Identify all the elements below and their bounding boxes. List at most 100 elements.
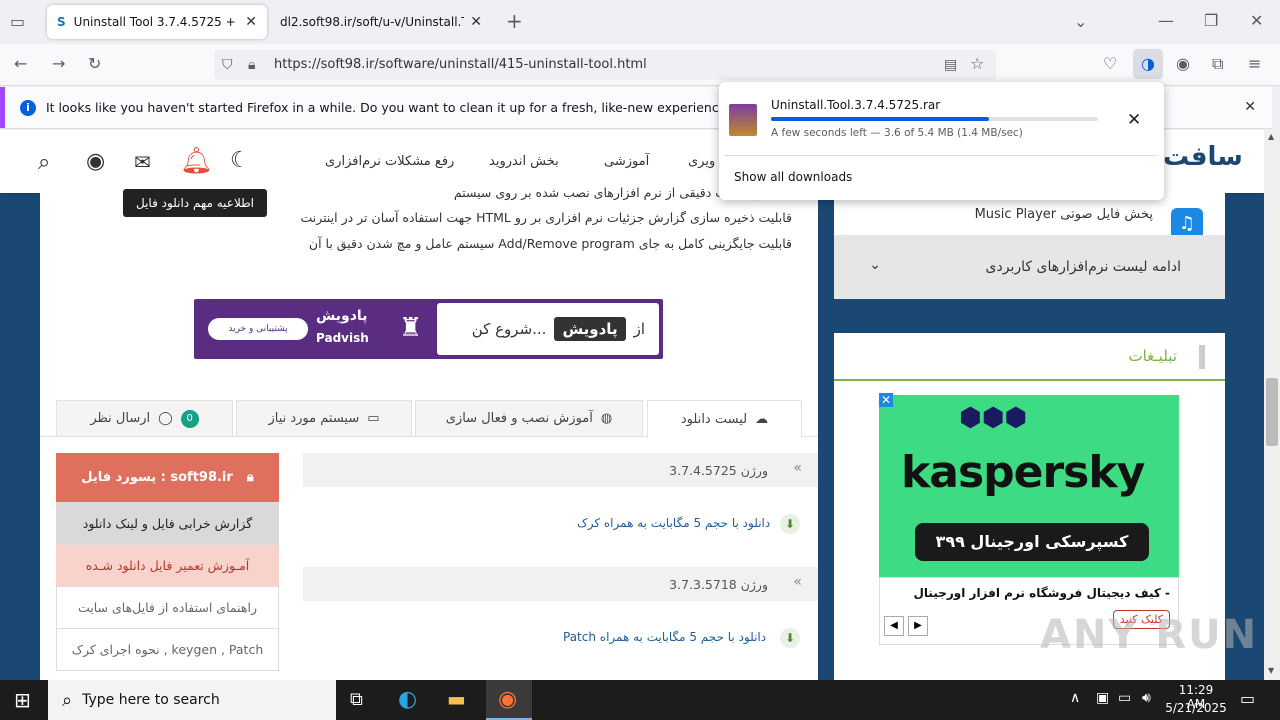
tab-download-list[interactable]: لیست دانلود ☁ xyxy=(647,400,802,438)
feature-bullet: قابلیت جایگزینی کامل به جای Add/Remove p… xyxy=(308,236,792,251)
tab-label: ارسال نظر xyxy=(90,411,151,426)
edge-icon[interactable]: ◐ xyxy=(398,687,417,712)
more-software-button[interactable]: ادامه لیست نرم‌افزارهای کاربردی ⌄ xyxy=(834,235,1225,299)
tab-install-guide[interactable]: آموزش نصب و فعال سازی ◍ xyxy=(415,400,643,436)
scroll-down-icon[interactable]: ▼ xyxy=(1268,666,1274,675)
padvish-logo-fa: پادویش xyxy=(316,308,368,324)
tab-uninstall-tool[interactable]: S Uninstall Tool 3.7.4.5725 + Porta ✕ xyxy=(47,5,267,39)
tab-label: آموزش نصب و فعال سازی xyxy=(445,411,593,426)
usage-guide-link[interactable]: راهنمای استفاده از فایل‌های سایت xyxy=(56,587,279,629)
cancel-download-icon[interactable]: ✕ xyxy=(1127,110,1141,130)
tray-chevron-icon[interactable]: ∧ xyxy=(1070,690,1080,706)
k-hexagons-icon: ⬢⬢⬢ xyxy=(959,403,1028,433)
info-icon: i xyxy=(20,99,36,116)
pocket-icon[interactable]: ♡ xyxy=(1103,54,1117,74)
back-icon[interactable]: ← xyxy=(14,54,27,74)
report-link[interactable]: گزارش خرابی فایل و لینک دانلود xyxy=(56,503,279,545)
search-icon: ⌕ xyxy=(62,689,73,711)
download-link[interactable]: دانلود با حجم 5 مگابایت به همراه Patch xyxy=(563,630,766,644)
bookmark-star-icon[interactable]: ☆ xyxy=(970,54,984,74)
search-icon[interactable]: ⌕ xyxy=(38,150,50,175)
menu-item[interactable]: رفع مشکلات نرم‌افزاری xyxy=(325,154,454,169)
banner-buy-button[interactable]: پشتیبانی و خرید xyxy=(208,318,308,340)
download-progress-fill xyxy=(771,117,990,121)
globe-icon: ◍ xyxy=(600,411,613,426)
download-icon[interactable]: ⬇ xyxy=(780,628,800,648)
site-logo[interactable]: سافت xyxy=(1163,142,1243,172)
scroll-thumb[interactable] xyxy=(1266,378,1278,446)
tab-send-comment[interactable]: ارسال نظر ◯ 0 xyxy=(56,400,233,436)
window-close-icon[interactable]: ✕ xyxy=(1250,11,1263,31)
moon-icon[interactable]: ☾ xyxy=(230,148,250,173)
windows-start-icon[interactable]: ⊞ xyxy=(14,688,31,712)
panel-divider xyxy=(725,155,1158,156)
shield-icon[interactable]: ⛉ xyxy=(222,55,233,75)
repair-guide-link[interactable]: آمـوزش تعمیر فایل دانلود شـده xyxy=(56,545,279,587)
extensions-icon[interactable]: ⧉ xyxy=(1212,54,1223,74)
menu-icon[interactable]: ≡ xyxy=(1248,54,1261,74)
download-filename[interactable]: Uninstall.Tool.3.7.4.5725.rar xyxy=(771,98,940,112)
tab-list-icon[interactable]: ▭ xyxy=(10,12,25,32)
tab-bar: ▭ S Uninstall Tool 3.7.4.5725 + Porta ✕ … xyxy=(0,0,1280,44)
forward-icon[interactable]: → xyxy=(52,54,65,74)
page-scrollbar[interactable]: ▲ ▼ xyxy=(1264,130,1280,680)
url-text[interactable]: https://soft98.ir/software/uninstall/415… xyxy=(274,57,647,72)
file-explorer-icon[interactable]: ▬ xyxy=(447,687,466,711)
music-player-title[interactable]: Music Player پخش فایل صوتی xyxy=(975,207,1153,222)
downloads-panel: Uninstall.Tool.3.7.4.5725.rar A few seco… xyxy=(719,82,1164,200)
network-icon[interactable]: ▭ xyxy=(1118,690,1131,706)
tab-title: Uninstall Tool 3.7.4.5725 + Porta xyxy=(73,15,240,29)
site-favicon-icon: S xyxy=(57,15,66,29)
scroll-up-icon[interactable]: ▲ xyxy=(1268,132,1274,141)
url-bar[interactable]: ⛉ 🔒︎ https://soft98.ir/software/uninstal… xyxy=(214,50,996,80)
close-tab-icon[interactable]: ✕ xyxy=(470,14,482,30)
user-icon[interactable]: ◉ xyxy=(86,149,105,174)
taskbar-search[interactable]: ⌕ Type here to search xyxy=(48,680,336,720)
ad-choice-icon[interactable]: ✕ xyxy=(879,393,894,407)
title-bars-icon xyxy=(1199,345,1205,369)
padvish-logo-en: Padvish xyxy=(316,331,369,345)
reader-view-icon[interactable]: ▤ xyxy=(944,55,957,75)
tooltip: اطلاعیه مهم دانلود فایل xyxy=(123,189,267,217)
menu-item[interactable]: بخش اندروید xyxy=(489,154,559,169)
padvish-banner[interactable]: شروع کن... پادویش از ♜ پادویش Padvish پش… xyxy=(194,299,663,359)
comment-count-badge: 0 xyxy=(180,409,199,428)
menu-item[interactable]: آموزشی xyxy=(604,154,649,169)
notifications-icon[interactable]: ▭ xyxy=(1240,689,1255,708)
mail-icon[interactable]: ✉ xyxy=(134,150,151,174)
rar-archive-icon xyxy=(729,104,757,136)
tab-download-link[interactable]: dl2.soft98.ir/soft/u-v/Uninstall.Tool. ✕ xyxy=(270,5,492,39)
comment-icon: ◯ xyxy=(158,411,173,426)
download-status: A few seconds left — 3.6 of 5.4 MB (1.4 … xyxy=(771,127,1023,139)
close-notification-icon[interactable]: ✕ xyxy=(1244,99,1256,115)
tray-device-icon[interactable]: ▣ xyxy=(1096,690,1109,706)
lock-icon[interactable]: 🔒︎ xyxy=(248,55,255,75)
ad-prev-icon[interactable]: ◀ xyxy=(884,616,904,636)
reload-icon[interactable]: ↻ xyxy=(88,54,101,74)
more-label: ادامه لیست نرم‌افزارهای کاربردی xyxy=(985,259,1181,275)
clock-date[interactable]: 5/21/2025 xyxy=(1164,701,1228,715)
menu-item[interactable]: ویری xyxy=(688,154,715,169)
show-all-downloads-button[interactable]: Show all downloads xyxy=(734,170,852,184)
firefox-taskbar-button[interactable]: ◉ xyxy=(486,680,532,720)
chevron-left-icon: « xyxy=(793,574,802,590)
volume-icon[interactable]: 🔊︎ xyxy=(1142,690,1151,706)
new-tab-icon[interactable]: + xyxy=(506,11,523,31)
version-row[interactable]: ورژن 3.7.3.5718 « xyxy=(303,567,818,601)
ad-next-icon[interactable]: ▶ xyxy=(908,616,928,636)
crack-guide-link[interactable]: نحوه اجرای کرک , keygen , Patch xyxy=(56,629,279,671)
close-tab-icon[interactable]: ✕ xyxy=(245,14,257,30)
kaspersky-ad[interactable]: ⬢⬢⬢ kaspersky کسپرسکی اورجینال ۳۹۹ تومن … xyxy=(879,393,1179,589)
list-all-tabs-icon[interactable]: ⌄ xyxy=(1074,12,1087,32)
tab-system-requirements[interactable]: سیستم مورد نیاز ▭ xyxy=(236,400,412,436)
web-page: ⌕ ◉ ✉ 🔔︎ ☾ ویری آموزشی بخش اندروید رفع م… xyxy=(0,130,1264,680)
account-icon[interactable]: ◉ xyxy=(1176,54,1190,74)
bell-icon[interactable]: 🔔︎ xyxy=(180,146,213,176)
download-icon[interactable]: ⬇ xyxy=(780,514,800,534)
download-link[interactable]: دانلود با حجم 5 مگابایت به همراه کرک xyxy=(577,516,770,530)
minimize-icon[interactable]: — xyxy=(1158,11,1174,31)
version-row[interactable]: ورژن 3.7.4.5725 « xyxy=(303,453,818,487)
task-view-icon[interactable]: ⧉ xyxy=(350,689,363,710)
downloads-icon[interactable]: ◑ xyxy=(1133,49,1163,79)
restore-icon[interactable]: ❐ xyxy=(1204,11,1218,31)
